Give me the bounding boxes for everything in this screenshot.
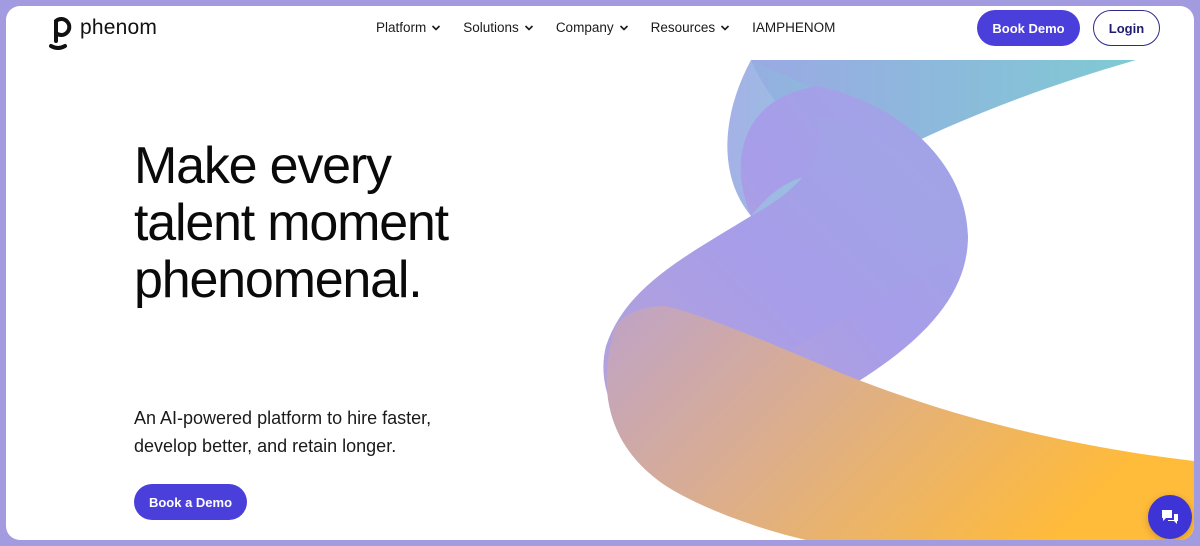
nav-item-solutions[interactable]: Solutions xyxy=(463,20,534,35)
nav-item-platform[interactable]: Platform xyxy=(376,20,441,35)
brand-name: phenom xyxy=(80,16,158,39)
ribbon-bottom-band xyxy=(606,306,1194,540)
headline-line: phenomenal. xyxy=(134,251,423,309)
chat-bubbles-icon xyxy=(1162,510,1178,524)
book-demo-button[interactable]: Book Demo xyxy=(977,10,1080,46)
nav-item-label: Solutions xyxy=(463,20,519,35)
book-a-demo-button[interactable]: Book a Demo xyxy=(134,484,247,520)
ribbon-upper-body xyxy=(706,86,968,436)
chevron-down-icon xyxy=(524,24,533,31)
hero-subtitle: An AI-powered platform to hire faster, d… xyxy=(134,404,431,460)
nav-item-label: Platform xyxy=(376,20,427,35)
ribbon-middle xyxy=(603,116,954,446)
nav-item-iamphenom[interactable]: IAMPHENOM xyxy=(752,20,835,35)
brand-logo[interactable]: phenom xyxy=(48,11,157,51)
nav-item-resources[interactable]: Resources xyxy=(651,20,731,35)
subtitle-line: An AI-powered platform to hire faster, xyxy=(134,408,432,428)
chevron-down-icon xyxy=(721,24,730,31)
ribbon-upper-loop xyxy=(727,60,896,221)
ribbon-top-band xyxy=(751,60,1136,181)
chevron-down-icon xyxy=(432,24,441,31)
top-navigation: phenom Platform Solutions Company Resour… xyxy=(6,6,1194,56)
headline-line: talent moment xyxy=(134,194,449,252)
hero-headline: Make every talent moment phenomenal. xyxy=(134,137,449,309)
nav-item-company[interactable]: Company xyxy=(556,20,629,35)
chevron-down-icon xyxy=(619,24,628,31)
main-menu: Platform Solutions Company Resources IAM… xyxy=(376,20,835,35)
phenom-logo-icon xyxy=(49,17,72,50)
nav-item-label: Resources xyxy=(650,20,716,35)
chat-launcher-button[interactable] xyxy=(1148,495,1192,539)
subtitle-line: develop better, and retain longer. xyxy=(134,436,397,456)
headline-line: Make every xyxy=(134,137,392,195)
nav-item-label: Company xyxy=(555,20,614,35)
login-button[interactable]: Login xyxy=(1093,10,1160,46)
page-frame: phenom Platform Solutions Company Resour… xyxy=(6,6,1194,540)
nav-item-label: IAMPHENOM xyxy=(752,20,836,35)
